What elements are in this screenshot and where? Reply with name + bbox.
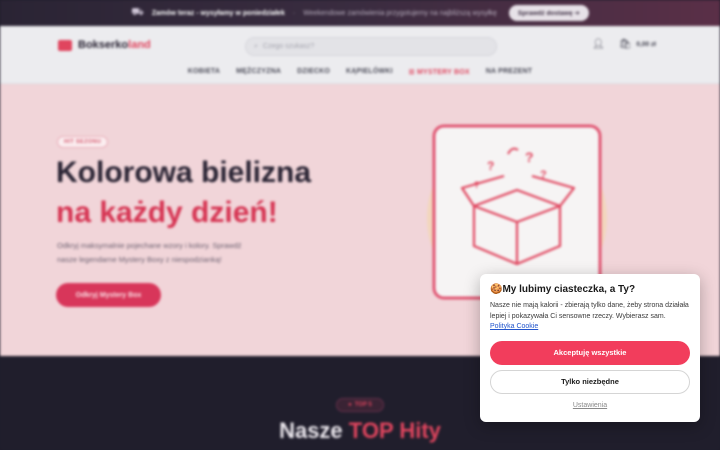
brand-name: Bokserkoland xyxy=(78,39,151,51)
promo-bar: ⛟ Zamów teraz - wysyłamy w poniedziałek … xyxy=(0,0,720,26)
nav-item-mezczyzna[interactable]: MĘŻCZYZNA xyxy=(236,68,281,76)
cookie-title: 🍪My lubimy ciasteczka, a Ty? xyxy=(490,284,636,295)
check-delivery-label: Sprawdź dostawę xyxy=(517,10,573,17)
main-nav: KOBIETA MĘŻCZYZNA DZIECKO KĄPIELÓWKI ⊞ M… xyxy=(0,68,720,76)
cookie-text: Nasze nie mają kalorii - zbierają tylko … xyxy=(490,301,690,333)
nav-item-dziecko[interactable]: DZIECKO xyxy=(297,68,330,76)
nav-item-na-prezent[interactable]: NA PREZENT xyxy=(486,68,532,76)
hero-desc-line2: nasze legendarne Mystery Boxy z niespodz… xyxy=(57,255,222,264)
hero-title-line2: na każdy dzień! xyxy=(56,196,278,229)
top-hits-title-accent: TOP Hity xyxy=(348,418,441,443)
svg-text:?: ? xyxy=(525,149,534,165)
nav-item-mystery-box[interactable]: ⊞ MYSTERY BOX xyxy=(409,68,470,76)
cookie-text-body: Nasze nie mają kalorii - zbierają tylko … xyxy=(490,302,689,320)
cart-icon: 🛍︎ xyxy=(618,39,632,50)
svg-text:?: ? xyxy=(540,169,547,181)
fire-icon: ● xyxy=(348,402,352,408)
check-delivery-button[interactable]: Sprawdź dostawę ➔ xyxy=(508,5,589,21)
header-icons: 👤︎ 🛍︎ 0,00 zł xyxy=(592,39,656,50)
hero-desc-line1: Odkryj maksymalnie pojechane wzory i kol… xyxy=(57,241,242,250)
cart-price: 0,00 zł xyxy=(636,41,656,48)
promo-note: Weekendowe zamówienia przygotujemy na na… xyxy=(303,9,497,17)
top-pill: ● TOP 5 xyxy=(336,398,384,412)
user-icon[interactable]: 👤︎ xyxy=(592,39,605,50)
cookie-policy-link[interactable]: Polityka Cookie xyxy=(490,323,538,330)
svg-text:?: ? xyxy=(474,180,480,190)
brand-accent: land xyxy=(128,39,151,51)
discover-mystery-box-button[interactable]: Odkryj Mystery Box xyxy=(56,283,161,307)
search-icon: ⌕ xyxy=(254,42,258,50)
arrow-right-icon: ➔ xyxy=(574,10,580,17)
svg-text:?: ? xyxy=(487,159,494,173)
brand-main: Bokserko xyxy=(78,39,129,51)
hero-description: Odkryj maksymalnie pojechane wzory i kol… xyxy=(57,239,327,267)
top-hits-title-main: Nasze xyxy=(279,418,349,443)
nav-item-kapielowki[interactable]: KĄPIELÓWKI xyxy=(346,68,393,76)
top-pill-label: TOP 5 xyxy=(354,402,372,408)
gift-icon: ⊞ xyxy=(408,69,417,76)
search-input[interactable]: ⌕ Czego szukasz? xyxy=(245,37,497,56)
cart-button[interactable]: 🛍︎ 0,00 zł xyxy=(619,39,656,50)
cookie-consent-dialog: 🍪My lubimy ciasteczka, a Ty? Nasze nie m… xyxy=(480,274,700,422)
cookie-settings-link[interactable]: Ustawienia xyxy=(490,402,690,409)
site-header: Bokserkoland ⌕ Czego szukasz? 👤︎ 🛍︎ 0,00… xyxy=(0,26,720,84)
nav-item-kobieta[interactable]: KOBIETA xyxy=(188,68,220,76)
hero-badge: HIT SEZONU xyxy=(57,136,109,148)
necessary-only-button[interactable]: Tylko niezbędne xyxy=(490,369,690,394)
box-logo-icon xyxy=(58,39,72,51)
truck-icon: ⛟ xyxy=(131,6,144,18)
brand-logo[interactable]: Bokserkoland xyxy=(58,39,151,51)
nav-item-mystery-label: MYSTERY BOX xyxy=(416,69,470,76)
accept-all-button[interactable]: Akceptuję wszystkie xyxy=(490,340,690,365)
search-placeholder: Czego szukasz? xyxy=(262,43,315,50)
hero-title-line1: Kolorowa bielizna xyxy=(56,156,312,189)
promo-separator: · xyxy=(292,9,296,17)
promo-shipping-text: Zamów teraz - wysyłamy w poniedziałek xyxy=(151,9,285,17)
